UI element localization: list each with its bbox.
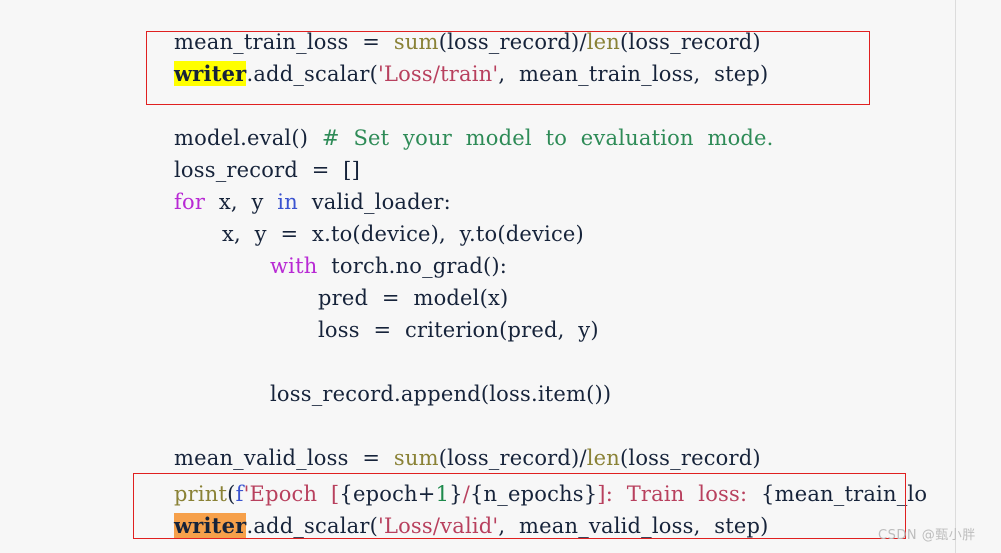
code-token: print: [174, 482, 228, 506]
code-token: loss: [318, 318, 374, 342]
code-token: valid_loader:: [297, 190, 451, 214]
code-token: =: [373, 318, 392, 342]
code-token: len: [586, 446, 621, 470]
code-token: sum: [393, 30, 439, 54]
code-token: x.to(device), y.to(device): [298, 222, 584, 246]
code-line: loss_record = []: [174, 154, 360, 186]
code-line: x, y = x.to(device), y.to(device): [222, 218, 584, 250]
code-line: pred = model(x): [318, 282, 508, 314]
code-token: criterion(pred, y): [391, 318, 599, 342]
code-token: sum: [393, 446, 439, 470]
code-token: model.eval(): [174, 126, 309, 150]
code-block: mean_train_loss = sum(loss_record)/len(l…: [0, 0, 1001, 553]
code-token: (loss_record): [438, 30, 580, 54]
code-token: for: [174, 190, 206, 214]
code-line: writer.add_scalar('Loss/valid', mean_val…: [174, 510, 769, 542]
code-token: model(x): [399, 286, 509, 310]
code-token: torch.no_grad():: [317, 254, 508, 278]
code-token: =: [362, 446, 381, 470]
code-token: with: [270, 254, 318, 278]
code-token: =: [362, 30, 381, 54]
code-token: (loss_record): [620, 30, 761, 54]
code-token: loss_record.append(loss.item()): [270, 382, 612, 406]
code-token: 'Loss/train': [377, 62, 499, 86]
code-token: =: [311, 158, 330, 182]
code-token: /: [579, 30, 587, 54]
code-line: mean_train_loss = sum(loss_record)/len(l…: [174, 26, 761, 58]
code-token: len: [586, 30, 621, 54]
code-token: (: [227, 482, 236, 506]
code-token: pred: [318, 286, 382, 310]
code-line: loss_record.append(loss.item()): [270, 378, 611, 410]
code-screenshot: mean_train_loss = sum(loss_record)/len(l…: [0, 0, 1001, 553]
code-token: {epoch+: [339, 482, 436, 506]
code-line: print(f'Epoch [{epoch+1}/{n_epochs}]: Tr…: [174, 478, 927, 510]
code-token: {mean_train_lo: [761, 482, 928, 506]
code-token: x, y: [222, 222, 281, 246]
code-line: with torch.no_grad():: [270, 250, 507, 282]
code-token: mean_valid_loss: [174, 446, 363, 470]
code-token: }: [449, 482, 463, 506]
code-token: (loss_record): [438, 446, 580, 470]
code-token: ]: Train loss:: [597, 482, 762, 506]
code-line: writer.add_scalar('Loss/train', mean_tra…: [174, 58, 768, 90]
code-token: (loss_record): [620, 446, 761, 470]
code-token: .add_scalar(: [246, 62, 378, 86]
code-token: 'Loss/valid': [377, 514, 499, 538]
code-token: =: [381, 286, 400, 310]
code-token: /: [462, 482, 470, 506]
code-token: /: [579, 446, 587, 470]
csdn-watermark: CSDN @甄小胖: [878, 528, 976, 543]
code-line: loss = criterion(pred, y): [318, 314, 599, 346]
code-line: for x, y in valid_loader:: [174, 186, 451, 218]
code-token: f: [235, 482, 244, 506]
highlighted-token: writer: [174, 61, 247, 86]
code-token: , mean_valid_loss, step): [498, 514, 769, 538]
code-token: loss_record: [174, 158, 312, 182]
code-line: mean_valid_loss = sum(loss_record)/len(l…: [174, 442, 761, 474]
code-token: in: [277, 190, 298, 214]
code-token: x, y: [205, 190, 278, 214]
code-token: []: [329, 158, 361, 182]
highlighted-token: writer: [174, 513, 247, 538]
code-token: {n_epochs}: [469, 482, 598, 506]
code-token: 'Epoch [: [243, 482, 340, 506]
code-token: # Set your model to evaluation mode.: [321, 126, 774, 150]
code-token: 1: [435, 482, 450, 506]
code-token: mean_train_loss: [174, 30, 363, 54]
code-token: .add_scalar(: [246, 514, 378, 538]
code-token: =: [280, 222, 299, 246]
code-token: , mean_train_loss, step): [498, 62, 769, 86]
code-line: model.eval() # Set your model to evaluat…: [174, 122, 774, 154]
